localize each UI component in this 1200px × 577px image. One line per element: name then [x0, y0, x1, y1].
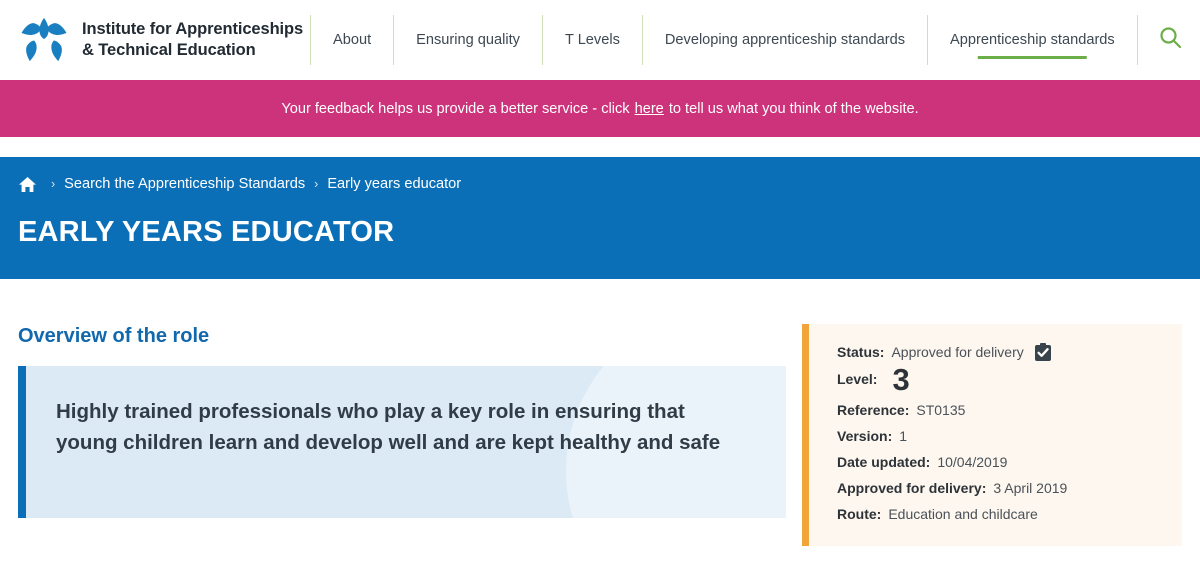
level-label: Level:	[837, 371, 878, 388]
nav-item-ensuring-quality[interactable]: Ensuring quality	[393, 14, 542, 65]
version-label: Version:	[837, 427, 893, 444]
nav-label: About	[333, 31, 372, 48]
nav-label: Developing apprenticeship standards	[664, 31, 906, 48]
detail-row-approved-for-delivery: Approved for delivery: 3 April 2019	[837, 479, 1162, 498]
version-value: 1	[899, 427, 908, 444]
approved-value: 3 April 2019	[993, 479, 1068, 496]
breadcrumb-item-current: Early years educator	[327, 176, 462, 192]
detail-row-route: Route: Education and childcare	[837, 505, 1162, 524]
nav-item-apprenticeship-standards[interactable]: Apprenticeship standards	[927, 14, 1137, 65]
detail-row-reference: Reference: ST0135	[837, 401, 1162, 420]
home-icon[interactable]	[18, 175, 37, 194]
page-hero: › Search the Apprenticeship Standards › …	[0, 157, 1200, 365]
search-button[interactable]	[1136, 14, 1200, 65]
role-overview-text: Highly trained professionals who play a …	[56, 400, 721, 455]
detail-row-version: Version: 1	[837, 427, 1162, 446]
date-updated-label: Date updated:	[837, 453, 931, 470]
brand-name: Institute for Apprenticeships & Technica…	[82, 19, 303, 59]
status-value: Approved for delivery	[891, 343, 1024, 360]
nav-label: Ensuring quality	[416, 31, 520, 48]
overview-column: Overview of the role Highly trained prof…	[18, 279, 786, 546]
breadcrumb-separator: ›	[314, 177, 319, 191]
standard-details-column: Status: Approved for delivery Level: 3 R…	[786, 279, 1182, 547]
role-overview-callout: Highly trained professionals who play a …	[18, 366, 786, 518]
detail-row-level: Level: 3	[837, 364, 1162, 395]
page-title: EARLY YEARS EDUCATOR	[18, 216, 395, 248]
route-label: Route:	[837, 505, 882, 522]
level-value: 3	[892, 362, 910, 397]
search-icon	[1158, 25, 1183, 55]
brand-logo-link[interactable]: Institute for Apprenticeships & Technica…	[0, 14, 310, 66]
feedback-text-before: Your feedback helps us provide a better …	[281, 100, 630, 117]
feedback-banner: Your feedback helps us provide a better …	[0, 80, 1200, 137]
nav-label: T Levels	[564, 31, 620, 48]
breadcrumb-separator: ›	[51, 177, 56, 191]
brand-name-line1: Institute for Apprenticeships	[82, 20, 304, 39]
status-label: Status:	[837, 343, 885, 360]
nav-label: Apprenticeship standards	[950, 31, 1115, 48]
reference-label: Reference:	[837, 402, 910, 418]
main-navigation: About Ensuring quality T Levels Developi…	[310, 14, 1200, 65]
detail-row-status: Status: Approved for delivery	[837, 342, 1162, 362]
nav-item-developing-apprenticeship-standards[interactable]: Developing apprenticeship standards	[641, 14, 927, 65]
site-header: Institute for Apprenticeships & Technica…	[0, 0, 1200, 80]
section-title-overview: Overview of the role	[18, 325, 210, 347]
detail-row-date-updated: Date updated: 10/04/2019	[837, 453, 1162, 472]
nav-item-about[interactable]: About	[310, 14, 393, 65]
clipboard-check-icon	[1033, 342, 1053, 362]
approved-label: Approved for delivery:	[837, 479, 987, 496]
spacer	[0, 137, 1200, 157]
route-value: Education and childcare	[888, 505, 1038, 522]
flower-star-logo-icon	[18, 14, 70, 66]
brand-name-line2: & Technical Education	[82, 40, 256, 59]
nav-item-t-levels[interactable]: T Levels	[541, 14, 642, 65]
feedback-text-after: to tell us what you think of the website…	[668, 100, 919, 117]
reference-value: ST0135	[916, 402, 966, 418]
standard-details-panel: Status: Approved for delivery Level: 3 R…	[802, 324, 1182, 547]
breadcrumb-item-search-standards[interactable]: Search the Apprenticeship Standards	[64, 176, 305, 192]
breadcrumb: › Search the Apprenticeship Standards › …	[18, 157, 1182, 201]
main-content: Overview of the role Highly trained prof…	[0, 279, 1200, 547]
date-updated-value: 10/04/2019	[937, 453, 1008, 470]
feedback-here-link[interactable]: here	[635, 101, 664, 117]
